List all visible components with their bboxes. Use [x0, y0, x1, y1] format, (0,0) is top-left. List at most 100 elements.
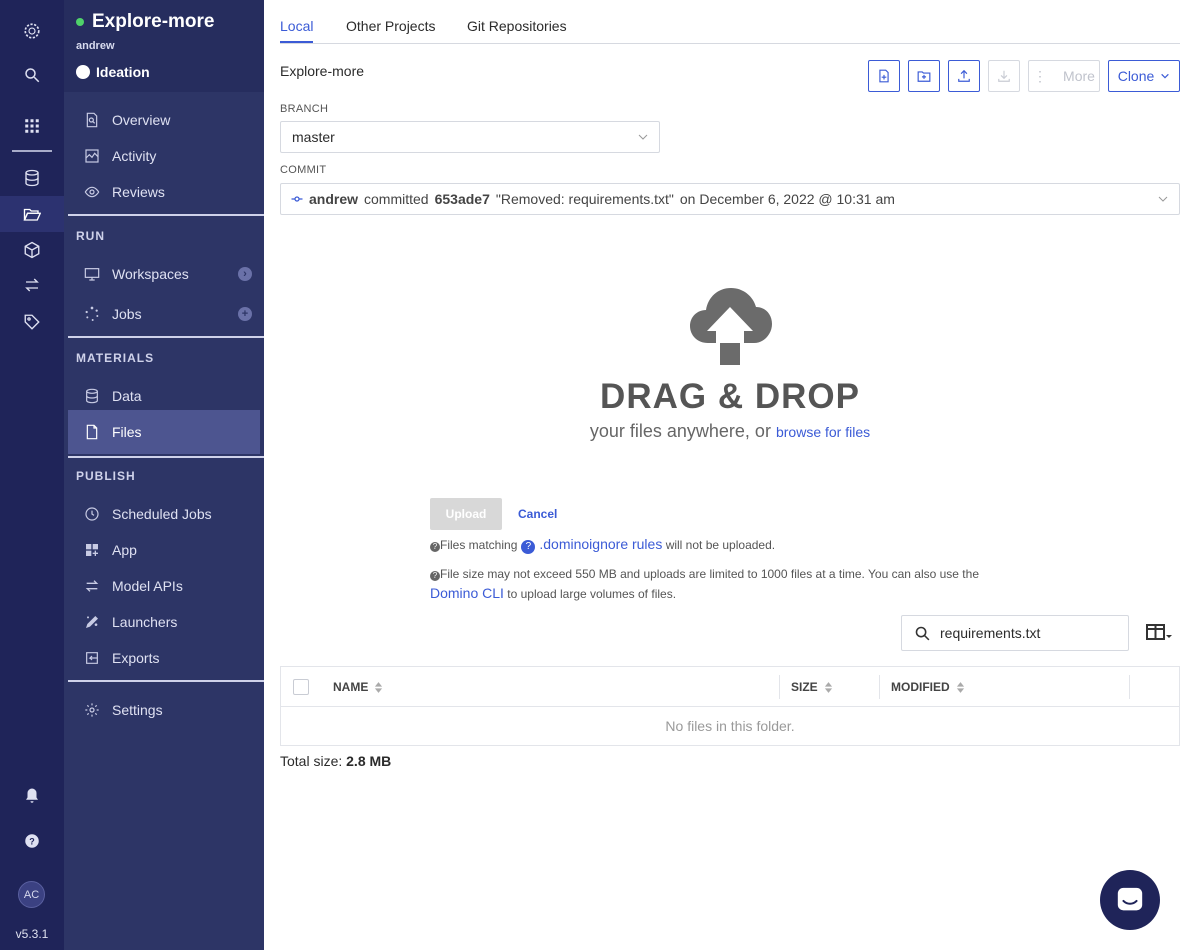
select-all-checkbox[interactable] — [293, 679, 309, 695]
column-modified[interactable]: MODIFIED — [891, 680, 965, 694]
column-settings-button[interactable] — [1146, 623, 1174, 648]
project-status-dot — [76, 18, 84, 26]
file-icon — [68, 424, 112, 440]
new-folder-icon — [917, 71, 931, 82]
sidebar-item-reviews[interactable]: Reviews — [68, 174, 260, 210]
arrows-icon — [68, 578, 112, 594]
project-name[interactable]: Explore-more — [92, 11, 214, 33]
total-size: Total size: 2.8 MB — [280, 753, 391, 769]
cloud-upload-icon — [690, 288, 772, 365]
user-avatar[interactable]: AC — [18, 881, 45, 908]
tab-other-projects[interactable]: Other Projects — [346, 18, 435, 34]
sidebar-item-label: Jobs — [112, 306, 142, 322]
drop-subtitle: your files anywhere, or browse for files — [280, 421, 1180, 442]
chevron-down-icon — [638, 134, 648, 140]
cancel-upload-button[interactable]: Cancel — [518, 507, 557, 521]
column-divider — [779, 675, 780, 699]
clone-button[interactable]: Clone — [1108, 60, 1180, 92]
sidebar-item-label: Data — [112, 388, 142, 404]
tab-git-repositories[interactable]: Git Repositories — [467, 18, 567, 34]
overview-icon — [68, 112, 112, 128]
total-size-value: 2.8 MB — [346, 753, 392, 769]
breadcrumb[interactable]: Explore-more — [280, 63, 364, 79]
sidebar-item-workspaces[interactable]: Workspaces › — [68, 256, 260, 292]
bell-icon[interactable] — [20, 784, 44, 808]
empty-state: No files in this folder. — [665, 718, 795, 734]
chat-icon — [1117, 887, 1143, 911]
sidebar-item-label: Activity — [112, 148, 157, 164]
svg-text:?: ? — [29, 836, 35, 846]
column-label: NAME — [333, 680, 369, 694]
database-icon[interactable] — [20, 166, 44, 190]
column-name[interactable]: NAME — [333, 680, 383, 694]
workspaces-open-icon[interactable]: › — [238, 267, 252, 281]
download-button[interactable] — [988, 60, 1020, 92]
sidebar-item-scheduled-jobs[interactable]: Scheduled Jobs — [68, 496, 260, 532]
more-button[interactable]: ⋮ More — [1028, 60, 1100, 92]
sidebar-item-model-apis[interactable]: Model APIs — [68, 568, 260, 604]
sort-icon — [375, 681, 383, 693]
commit-select[interactable]: andrew committed 653ade7 "Removed: requi… — [280, 183, 1180, 215]
transfer-icon[interactable] — [20, 273, 44, 297]
chevron-down-icon — [1158, 196, 1168, 202]
section-label-publish: PUBLISH — [76, 469, 136, 483]
launcher-icon — [68, 614, 112, 630]
commit-label: COMMIT — [280, 164, 327, 176]
drop-zone[interactable]: DRAG & DROP your files anywhere, or brow… — [280, 285, 1180, 442]
project-stage[interactable]: Ideation — [76, 64, 150, 80]
question-icon: ? — [430, 541, 440, 552]
column-divider — [1129, 675, 1130, 699]
cube-icon[interactable] — [20, 238, 44, 262]
domino-logo-icon[interactable] — [19, 18, 45, 44]
file-search-input[interactable]: requirements.txt — [901, 615, 1129, 651]
sidebar-divider — [68, 456, 264, 458]
sidebar-item-files[interactable]: Files — [68, 410, 260, 454]
dominoignore-link[interactable]: .dominoignore rules — [539, 536, 662, 552]
sidebar-item-overview[interactable]: Overview — [68, 102, 260, 138]
gear-icon — [68, 702, 112, 718]
branch-value: master — [292, 129, 335, 145]
commit-author: andrew — [309, 191, 359, 207]
app-icon — [68, 542, 112, 558]
commit-message: "Removed: requirements.txt" — [495, 191, 674, 207]
tag-icon[interactable] — [20, 310, 44, 334]
search-icon[interactable] — [20, 63, 44, 87]
section-label-run: RUN — [76, 229, 105, 243]
browse-files-link[interactable]: browse for files — [776, 424, 870, 440]
sidebar-item-data[interactable]: Data — [68, 378, 260, 414]
add-file-button[interactable] — [868, 60, 900, 92]
help-circle-icon[interactable]: ? — [521, 539, 536, 554]
sidebar-item-app[interactable]: App — [68, 532, 260, 568]
files-tabs: Local Other Projects Git Repositories — [280, 0, 1180, 44]
sidebar-item-exports[interactable]: Exports — [68, 640, 260, 676]
export-icon — [68, 650, 112, 666]
tab-local[interactable]: Local — [280, 18, 314, 43]
domino-cli-link[interactable]: Domino CLI — [430, 585, 504, 601]
search-value: requirements.txt — [940, 625, 1041, 641]
table-header: NAME SIZE MODIFIED — [281, 667, 1179, 707]
add-folder-button[interactable] — [908, 60, 940, 92]
drop-subtitle-text: your files anywhere, or — [589, 421, 771, 441]
ignore-rules-note: ? Files matching? .dominoignore rules will… — [430, 536, 775, 554]
upload-submit-button[interactable]: Upload — [430, 498, 502, 530]
sort-icon — [956, 681, 964, 693]
sidebar-item-jobs[interactable]: Jobs + — [68, 296, 260, 332]
column-size[interactable]: SIZE — [791, 680, 833, 694]
apps-grid-icon[interactable] — [20, 114, 44, 138]
folder-open-icon[interactable] — [20, 202, 44, 226]
upload-button[interactable] — [948, 60, 980, 92]
clone-label: Clone — [1117, 68, 1155, 84]
sidebar-item-label: Scheduled Jobs — [112, 506, 212, 522]
sidebar-item-settings[interactable]: Settings — [68, 692, 260, 728]
add-job-icon[interactable]: + — [238, 307, 252, 321]
stage-icon — [76, 65, 90, 79]
help-icon[interactable]: ? — [20, 829, 44, 853]
column-label: SIZE — [791, 680, 818, 694]
sidebar-item-activity[interactable]: Activity — [68, 138, 260, 174]
project-stage-label: Ideation — [96, 64, 150, 80]
note-text: to upload large volumes of files. — [507, 587, 677, 601]
branch-select[interactable]: master — [280, 121, 660, 153]
chat-launcher-button[interactable] — [1100, 870, 1160, 930]
project-owner[interactable]: andrew — [76, 40, 115, 52]
sidebar-item-launchers[interactable]: Launchers — [68, 604, 260, 640]
